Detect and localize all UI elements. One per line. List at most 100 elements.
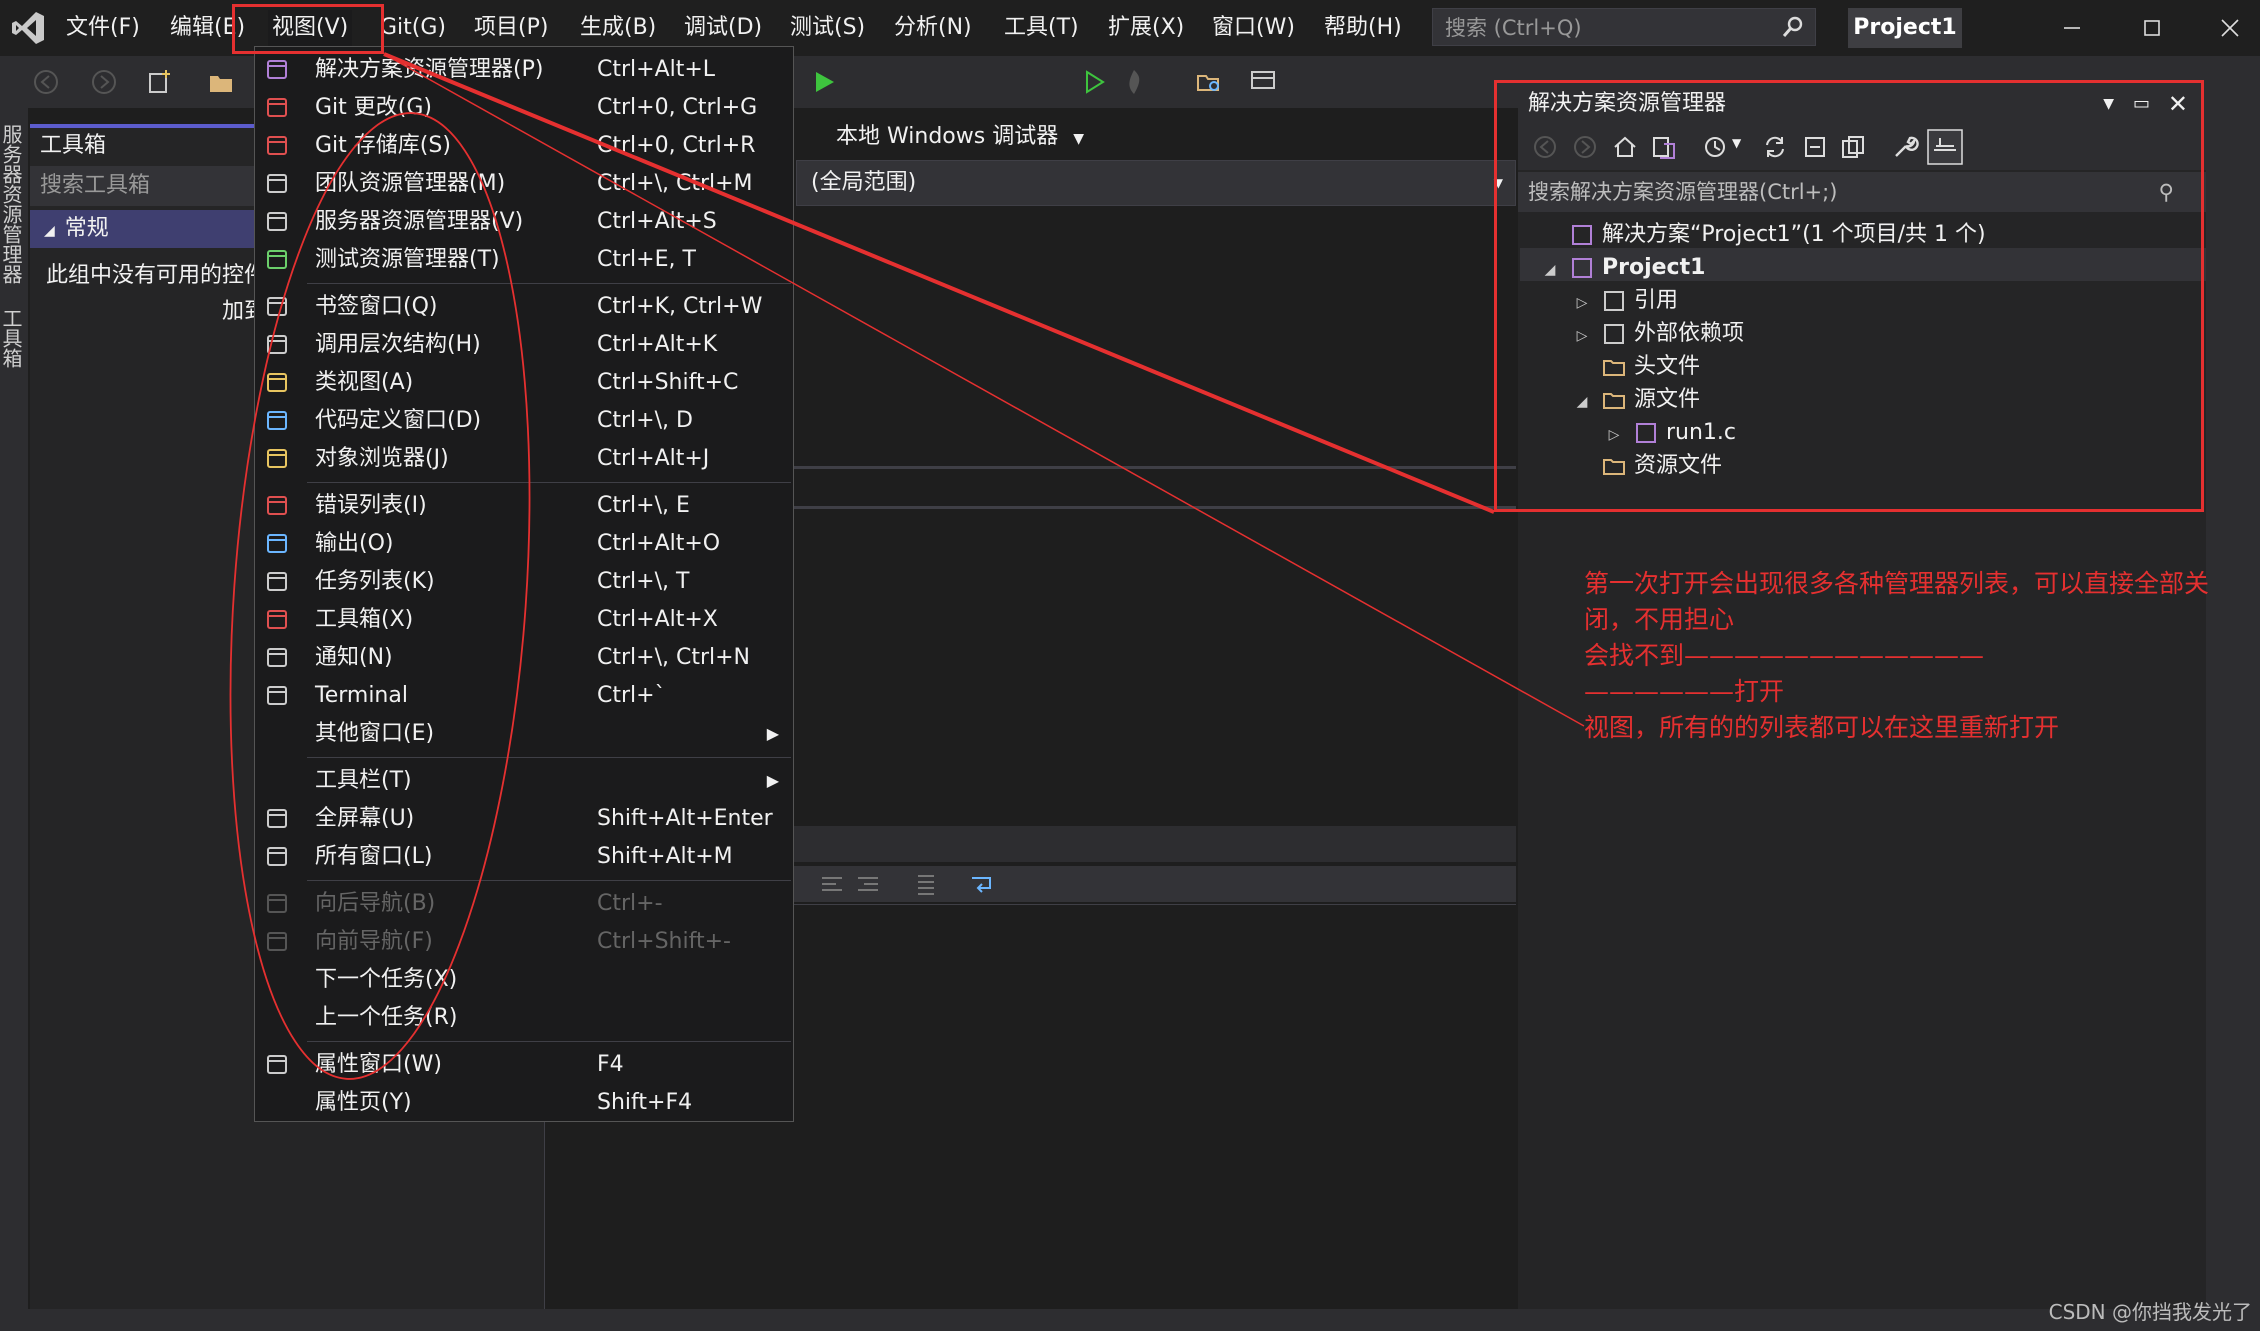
menu-item-11[interactable]: 窗口(W) [1208, 10, 1299, 46]
view-menu-item-label: 输出(O) [315, 531, 394, 556]
menu-item-10[interactable]: 扩展(X) [1104, 10, 1188, 46]
annotation-line: ——————打开 [1584, 677, 1785, 706]
view-menu-item-shortcut: Shift+Alt+M [597, 844, 733, 869]
view-menu-item[interactable]: 代码定义窗口(D) Ctrl+\, D [255, 402, 793, 440]
project-name-badge[interactable]: Project1 [1848, 8, 1962, 48]
left-tool-strip: 服务器资源管理器 工具箱 [0, 108, 28, 1331]
view-menu-item-label: 工具箱(X) [315, 607, 414, 632]
toolbox-group-label: 常规 [64, 216, 109, 241]
view-menu-item-shortcut: Ctrl+\, Ctrl+N [597, 645, 751, 670]
forward-icon[interactable] [88, 66, 120, 98]
annotation-line: 会找不到———————————— [1584, 641, 1985, 670]
view-menu-item-shortcut: Ctrl+Alt+J [597, 446, 710, 471]
view-menu-item[interactable]: 任务列表(K) Ctrl+\, T [255, 563, 793, 601]
git-repo-icon [267, 136, 287, 155]
view-menu-item-label: 错误列表(I) [315, 493, 427, 518]
view-menu-item[interactable]: Git 更改(G) Ctrl+0, Ctrl+G [255, 89, 793, 127]
view-menu-item[interactable]: Git 存储库(S) Ctrl+0, Ctrl+R [255, 127, 793, 165]
view-menu-item[interactable]: 团队资源管理器(M) Ctrl+\, Ctrl+M [255, 165, 793, 203]
view-menu-item[interactable]: 类视图(A) Ctrl+Shift+C [255, 364, 793, 402]
view-menu-item-shortcut: Shift+F4 [597, 1090, 693, 1115]
view-menu-item[interactable]: 错误列表(I) Ctrl+\, E [255, 487, 793, 525]
back-icon[interactable] [30, 66, 62, 98]
menu-item-4[interactable]: 项目(P) [470, 10, 552, 46]
start-without-debug-icon[interactable] [1078, 66, 1110, 98]
view-menu-item[interactable]: 上一个任务(R) [255, 999, 793, 1037]
fullscreen-icon [267, 809, 287, 828]
menu-item-0[interactable]: 文件(F) [62, 10, 144, 46]
new-project-icon[interactable] [144, 66, 176, 98]
menu-item-9[interactable]: 工具(T) [1000, 10, 1083, 46]
bell-icon [267, 648, 287, 667]
view-menu-item[interactable]: 测试资源管理器(T) Ctrl+E, T [255, 241, 793, 279]
view-menu-item[interactable]: 所有窗口(L) Shift+Alt+M [255, 838, 793, 876]
view-menu-item[interactable]: 属性页(Y) Shift+F4 [255, 1084, 793, 1122]
search-icon [1782, 16, 1803, 37]
scope-dropdown[interactable]: (全局范围) ▼ [796, 160, 1516, 206]
view-menu-item[interactable]: Terminal Ctrl+` [255, 677, 793, 715]
search-input[interactable]: 搜索 (Ctrl+Q) [1432, 8, 1816, 46]
view-menu-item-label: Git 更改(G) [315, 95, 432, 120]
maximize-icon[interactable] [2132, 8, 2172, 48]
view-menu-item-label: 书签窗口(Q) [315, 294, 438, 319]
annotation-line: 第一次打开会出现很多各种管理器列表，可以直接全部关 [1584, 569, 2210, 598]
align-left-icon[interactable] [818, 870, 846, 898]
open-folder-icon[interactable] [206, 66, 238, 98]
align-right-icon[interactable] [854, 870, 882, 898]
view-menu-item-shortcut: F4 [597, 1052, 624, 1077]
test-explorer-icon [267, 250, 287, 269]
expand-triangle-icon: ◢ [44, 223, 55, 239]
view-menu-item-label: 团队资源管理器(M) [315, 171, 506, 196]
view-menu-item-label: 全屏幕(U) [315, 806, 415, 831]
minimize-icon[interactable] [2052, 8, 2092, 48]
hot-reload-icon[interactable] [1118, 66, 1150, 98]
view-menu-item-label: Terminal [315, 683, 408, 708]
view-menu-item[interactable]: 向前导航(F) Ctrl+Shift+- [255, 923, 793, 961]
watermark: CSDN @你挡我发光了 [2048, 1300, 2252, 1324]
view-menu-dropdown: 解决方案资源管理器(P) Ctrl+Alt+L Git 更改(G) Ctrl+0, C… [254, 46, 794, 1122]
view-menu-item-label: 工具栏(T) [315, 768, 412, 793]
menu-item-5[interactable]: 生成(B) [576, 10, 660, 46]
menu-item-7[interactable]: 测试(S) [786, 10, 869, 46]
clear-all-icon[interactable] [914, 870, 942, 898]
view-menu-item[interactable]: 向后导航(B) Ctrl+- [255, 885, 793, 923]
menu-item-8[interactable]: 分析(N) [890, 10, 976, 46]
error-list-icon [267, 496, 287, 515]
annotation-line: 闭，不用担心 [1584, 605, 1735, 634]
view-menu-item[interactable]: 书签窗口(Q) Ctrl+K, Ctrl+W [255, 288, 793, 326]
menu-separator [307, 283, 791, 284]
menu-item-3[interactable]: Git(G) [376, 10, 450, 46]
view-menu-item[interactable]: 其他窗口(E) ▶ [255, 715, 793, 753]
view-menu-item[interactable]: 对象浏览器(J) Ctrl+Alt+J [255, 440, 793, 478]
menu-item-12[interactable]: 帮助(H) [1320, 10, 1406, 46]
word-wrap-icon[interactable] [968, 870, 996, 898]
view-menu-item[interactable]: 服务器资源管理器(V) Ctrl+Alt+S [255, 203, 793, 241]
menu-item-6[interactable]: 调试(D) [680, 10, 766, 46]
close-icon[interactable] [2210, 8, 2250, 48]
search-placeholder: 搜索 (Ctrl+Q) [1445, 16, 1582, 40]
layout-icon[interactable] [1248, 66, 1280, 98]
view-menu-item[interactable]: 属性窗口(W) F4 [255, 1046, 793, 1084]
call-hierarchy-icon [267, 335, 287, 354]
start-debug-icon[interactable] [808, 66, 840, 98]
view-menu-item[interactable]: 工具栏(T) ▶ [255, 762, 793, 800]
view-menu-item[interactable]: 下一个任务(X) [255, 961, 793, 999]
view-menu-item-shortcut: Ctrl+- [597, 891, 663, 916]
view-menu-item-label: 属性窗口(W) [315, 1052, 442, 1077]
debug-target-button[interactable]: 本地 Windows 调试器 ▼ [836, 116, 1084, 158]
view-menu-item[interactable]: 通知(N) Ctrl+\, Ctrl+N [255, 639, 793, 677]
tab-server-explorer[interactable]: 服务器资源管理器 [0, 124, 26, 284]
view-menu-item[interactable]: 全屏幕(U) Shift+Alt+Enter [255, 800, 793, 838]
view-menu-item-shortcut: Ctrl+\, E [597, 493, 690, 518]
view-menu-item[interactable]: 解决方案资源管理器(P) Ctrl+Alt+L [255, 51, 793, 89]
view-menu-item[interactable]: 工具箱(X) Ctrl+Alt+X [255, 601, 793, 639]
view-menu-item[interactable]: 输出(O) Ctrl+Alt+O [255, 525, 793, 563]
view-menu-item[interactable]: 调用层次结构(H) Ctrl+Alt+K [255, 326, 793, 364]
menu-separator [307, 1041, 791, 1042]
view-menu-item-shortcut: Ctrl+0, Ctrl+G [597, 95, 758, 120]
solution-explorer-icon [267, 60, 287, 79]
find-in-files-icon[interactable] [1194, 66, 1226, 98]
view-menu-item-shortcut: Ctrl+\, Ctrl+M [597, 171, 753, 196]
navigate-back-icon [267, 894, 287, 913]
tab-toolbox[interactable]: 工具箱 [0, 308, 26, 368]
